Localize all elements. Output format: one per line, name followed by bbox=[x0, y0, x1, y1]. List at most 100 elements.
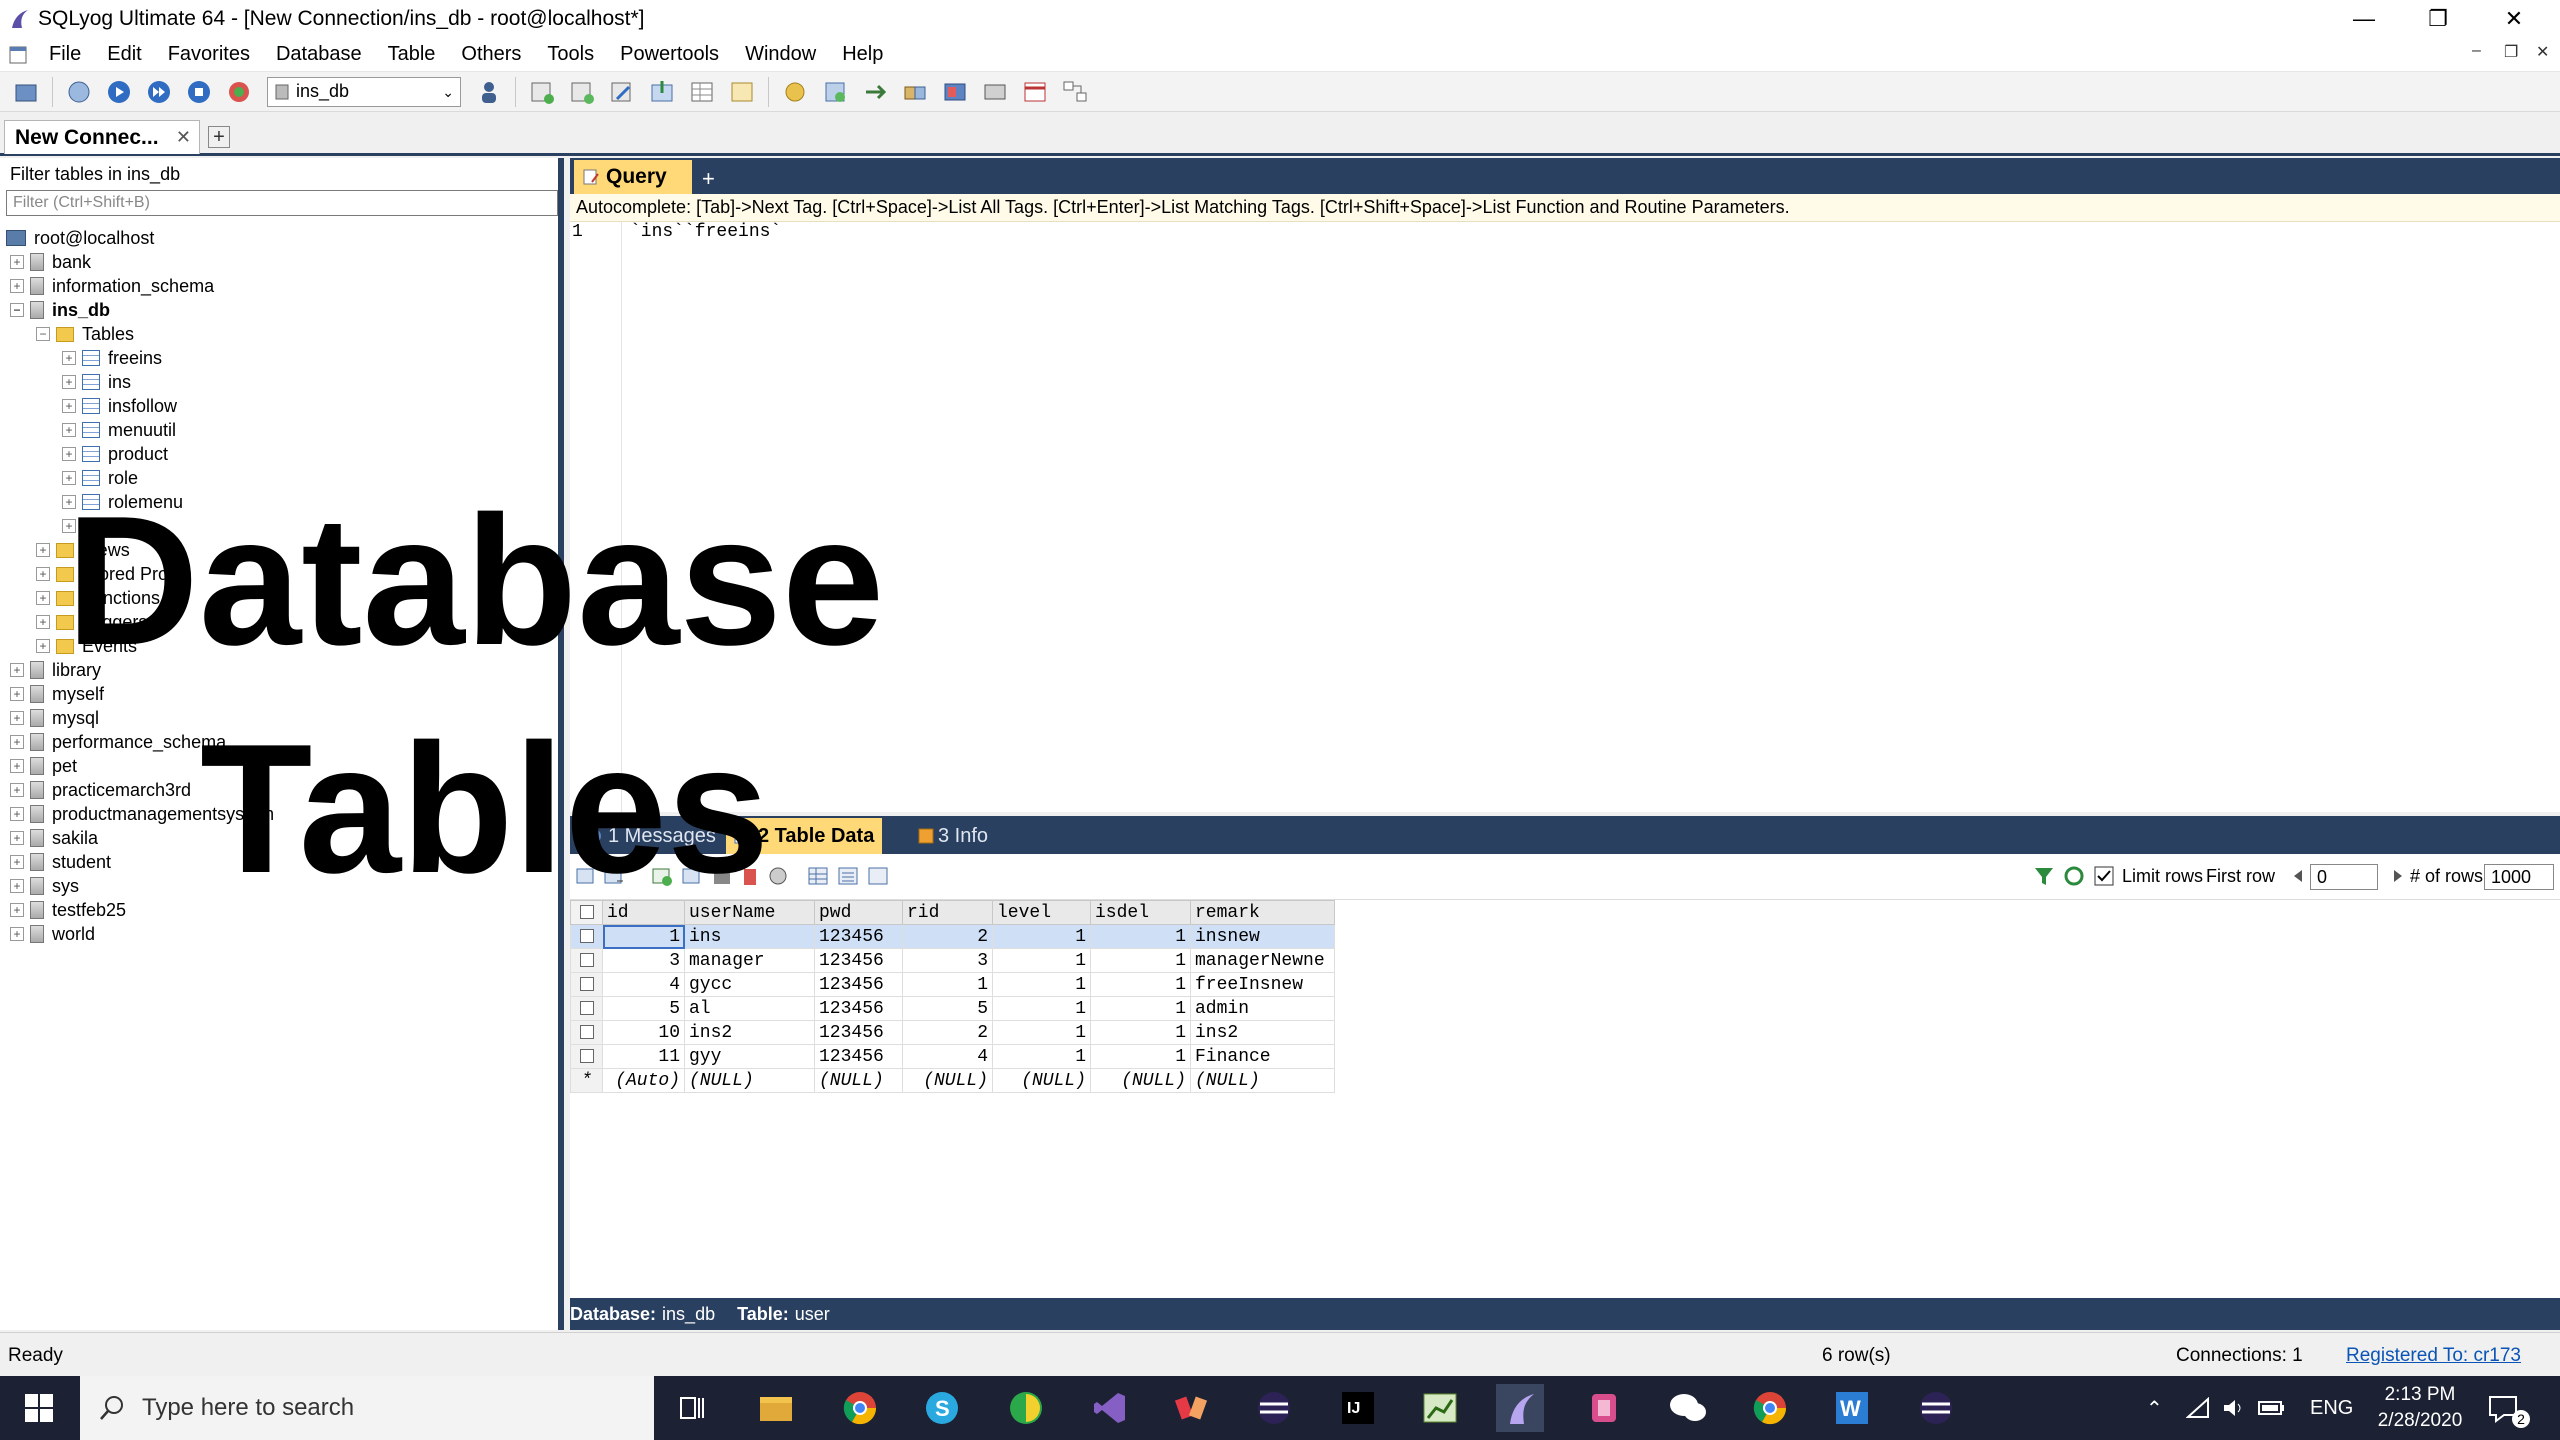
column-header-remark[interactable]: remark bbox=[1190, 900, 1335, 925]
previous-page-icon[interactable] bbox=[2286, 864, 2310, 888]
cell-id[interactable]: 5 bbox=[602, 996, 685, 1021]
cell-level[interactable]: (NULL) bbox=[992, 1068, 1091, 1093]
tree-db-pet[interactable]: + pet bbox=[10, 754, 77, 778]
backup-icon[interactable] bbox=[779, 77, 811, 107]
tree-table-menuutil[interactable]: + menuutil bbox=[62, 418, 176, 442]
expand-icon[interactable]: + bbox=[10, 687, 24, 701]
expand-icon[interactable]: + bbox=[36, 567, 50, 581]
filter-icon[interactable] bbox=[2032, 864, 2056, 888]
tree-table-insfollow[interactable]: + insfollow bbox=[62, 394, 177, 418]
add-connection-tab-button[interactable]: + bbox=[208, 126, 230, 148]
menu-others[interactable]: Others bbox=[448, 43, 534, 66]
tree-folder-tables[interactable]: − Tables bbox=[36, 322, 134, 346]
grid-view-icon[interactable] bbox=[806, 864, 830, 888]
cell-username[interactable]: manager bbox=[684, 948, 815, 973]
table-view-icon[interactable] bbox=[686, 77, 718, 107]
connection-tab[interactable]: New Connec... ✕ bbox=[4, 120, 200, 154]
expand-icon[interactable]: + bbox=[10, 783, 24, 797]
start-button[interactable] bbox=[0, 1376, 78, 1440]
restore-icon[interactable] bbox=[819, 77, 851, 107]
alter-table-icon[interactable] bbox=[566, 77, 598, 107]
tree-db-information-schema[interactable]: + information_schema bbox=[10, 274, 214, 298]
filter-input[interactable]: Filter (Ctrl+Shift+B) bbox=[6, 190, 558, 216]
new-row[interactable]: * (Auto) (NULL) (NULL) (NULL) (NULL) (NU… bbox=[570, 1068, 1335, 1093]
expand-icon[interactable]: + bbox=[10, 255, 24, 269]
refresh-icon[interactable] bbox=[2062, 864, 2086, 888]
sync-icon[interactable] bbox=[859, 77, 891, 107]
column-header-rid[interactable]: rid bbox=[902, 900, 993, 925]
add-query-tab-button[interactable]: + bbox=[702, 166, 715, 192]
cell-rid[interactable]: 2 bbox=[902, 924, 993, 949]
tree-db-student[interactable]: + student bbox=[10, 850, 111, 874]
taskbar-clock[interactable]: 2:13 PM 2/28/2020 bbox=[2360, 1382, 2480, 1434]
expand-icon[interactable]: + bbox=[10, 879, 24, 893]
scheduler-icon[interactable] bbox=[1019, 77, 1051, 107]
file-explorer-icon[interactable] bbox=[752, 1384, 800, 1432]
cell-isdel[interactable]: (NULL) bbox=[1090, 1068, 1191, 1093]
cell-id[interactable]: 4 bbox=[602, 972, 685, 997]
cell-remark[interactable]: freeInsnew bbox=[1190, 972, 1335, 997]
cell-isdel[interactable]: 1 bbox=[1090, 1044, 1191, 1069]
cell-level[interactable]: 1 bbox=[992, 948, 1091, 973]
menu-edit[interactable]: Edit bbox=[94, 43, 154, 66]
row-checkbox[interactable] bbox=[570, 972, 603, 997]
data-sync-icon[interactable] bbox=[899, 77, 931, 107]
table-row[interactable]: 11 gyy 123456 4 1 1 Finance bbox=[570, 1044, 1335, 1069]
num-rows-input[interactable]: 1000 bbox=[2484, 864, 2554, 890]
app-pink-icon[interactable] bbox=[1580, 1384, 1628, 1432]
expand-icon[interactable]: + bbox=[10, 807, 24, 821]
menu-file[interactable]: File bbox=[36, 43, 94, 66]
sqlyog-taskbar-icon[interactable] bbox=[1496, 1384, 1544, 1432]
expand-icon[interactable]: + bbox=[10, 831, 24, 845]
app-colorful-icon[interactable] bbox=[1168, 1384, 1216, 1432]
schema-designer-icon[interactable] bbox=[1059, 77, 1091, 107]
menu-database[interactable]: Database bbox=[263, 43, 375, 66]
table-row[interactable]: 1 ins 123456 2 1 1 insnew bbox=[570, 924, 1335, 949]
close-tab-icon[interactable]: ✕ bbox=[176, 127, 191, 148]
expand-icon[interactable]: + bbox=[10, 903, 24, 917]
eclipse-icon[interactable] bbox=[1250, 1384, 1298, 1432]
cell-level[interactable]: 1 bbox=[992, 972, 1091, 997]
tree-db-performance-schema[interactable]: + performance_schema bbox=[10, 730, 226, 754]
app-green-yellow-icon[interactable] bbox=[1002, 1384, 1050, 1432]
first-row-input[interactable]: 0 bbox=[2310, 864, 2378, 890]
row-checkbox[interactable] bbox=[570, 948, 603, 973]
row-checkbox[interactable] bbox=[570, 996, 603, 1021]
expand-icon[interactable]: + bbox=[62, 423, 76, 437]
tree-table-product[interactable]: + product bbox=[62, 442, 168, 466]
import-icon[interactable] bbox=[646, 77, 678, 107]
cell-rid[interactable]: 5 bbox=[902, 996, 993, 1021]
cell-isdel[interactable]: 1 bbox=[1090, 996, 1191, 1021]
minimize-button[interactable]: — bbox=[2326, 0, 2402, 38]
form-view-icon[interactable] bbox=[836, 864, 860, 888]
cell-username[interactable]: gyy bbox=[684, 1044, 815, 1069]
cell-rid[interactable]: 2 bbox=[902, 1020, 993, 1045]
manage-indexes-icon[interactable] bbox=[606, 77, 638, 107]
table-row[interactable]: 10 ins2 123456 2 1 1 ins2 bbox=[570, 1020, 1335, 1045]
mdi-close-button[interactable]: ✕ bbox=[2536, 42, 2549, 62]
close-window-button[interactable]: ✕ bbox=[2476, 0, 2552, 38]
cell-id[interactable]: 3 bbox=[602, 948, 685, 973]
tree-db-testfeb25[interactable]: + testfeb25 bbox=[10, 898, 126, 922]
row-checkbox[interactable] bbox=[570, 924, 603, 949]
row-checkbox[interactable] bbox=[570, 1020, 603, 1045]
table-row[interactable]: 4 gycc 123456 1 1 1 freeInsnew bbox=[570, 972, 1335, 997]
cell-isdel[interactable]: 1 bbox=[1090, 972, 1191, 997]
wechat-icon[interactable] bbox=[1664, 1384, 1712, 1432]
document-menu-icon[interactable] bbox=[8, 45, 30, 65]
tree-db-sakila[interactable]: + sakila bbox=[10, 826, 98, 850]
word-icon[interactable]: W bbox=[1828, 1384, 1876, 1432]
next-page-icon[interactable] bbox=[2386, 864, 2410, 888]
column-header-isdel[interactable]: isdel bbox=[1090, 900, 1191, 925]
visual-studio-icon[interactable] bbox=[1086, 1384, 1134, 1432]
tab-info[interactable]: 3 Info bbox=[910, 818, 996, 854]
tree-db-myself[interactable]: + myself bbox=[10, 682, 104, 706]
column-header-pwd[interactable]: pwd bbox=[814, 900, 903, 925]
tree-db-sys[interactable]: + sys bbox=[10, 874, 79, 898]
tree-root-connection[interactable]: root@localhost bbox=[6, 226, 154, 250]
execute-all-icon[interactable] bbox=[143, 77, 175, 107]
cell-pwd[interactable]: 123456 bbox=[814, 972, 903, 997]
query-tab[interactable]: Query bbox=[574, 160, 692, 194]
language-indicator[interactable]: ENG bbox=[2310, 1376, 2353, 1440]
cell-rid[interactable]: (NULL) bbox=[902, 1068, 993, 1093]
